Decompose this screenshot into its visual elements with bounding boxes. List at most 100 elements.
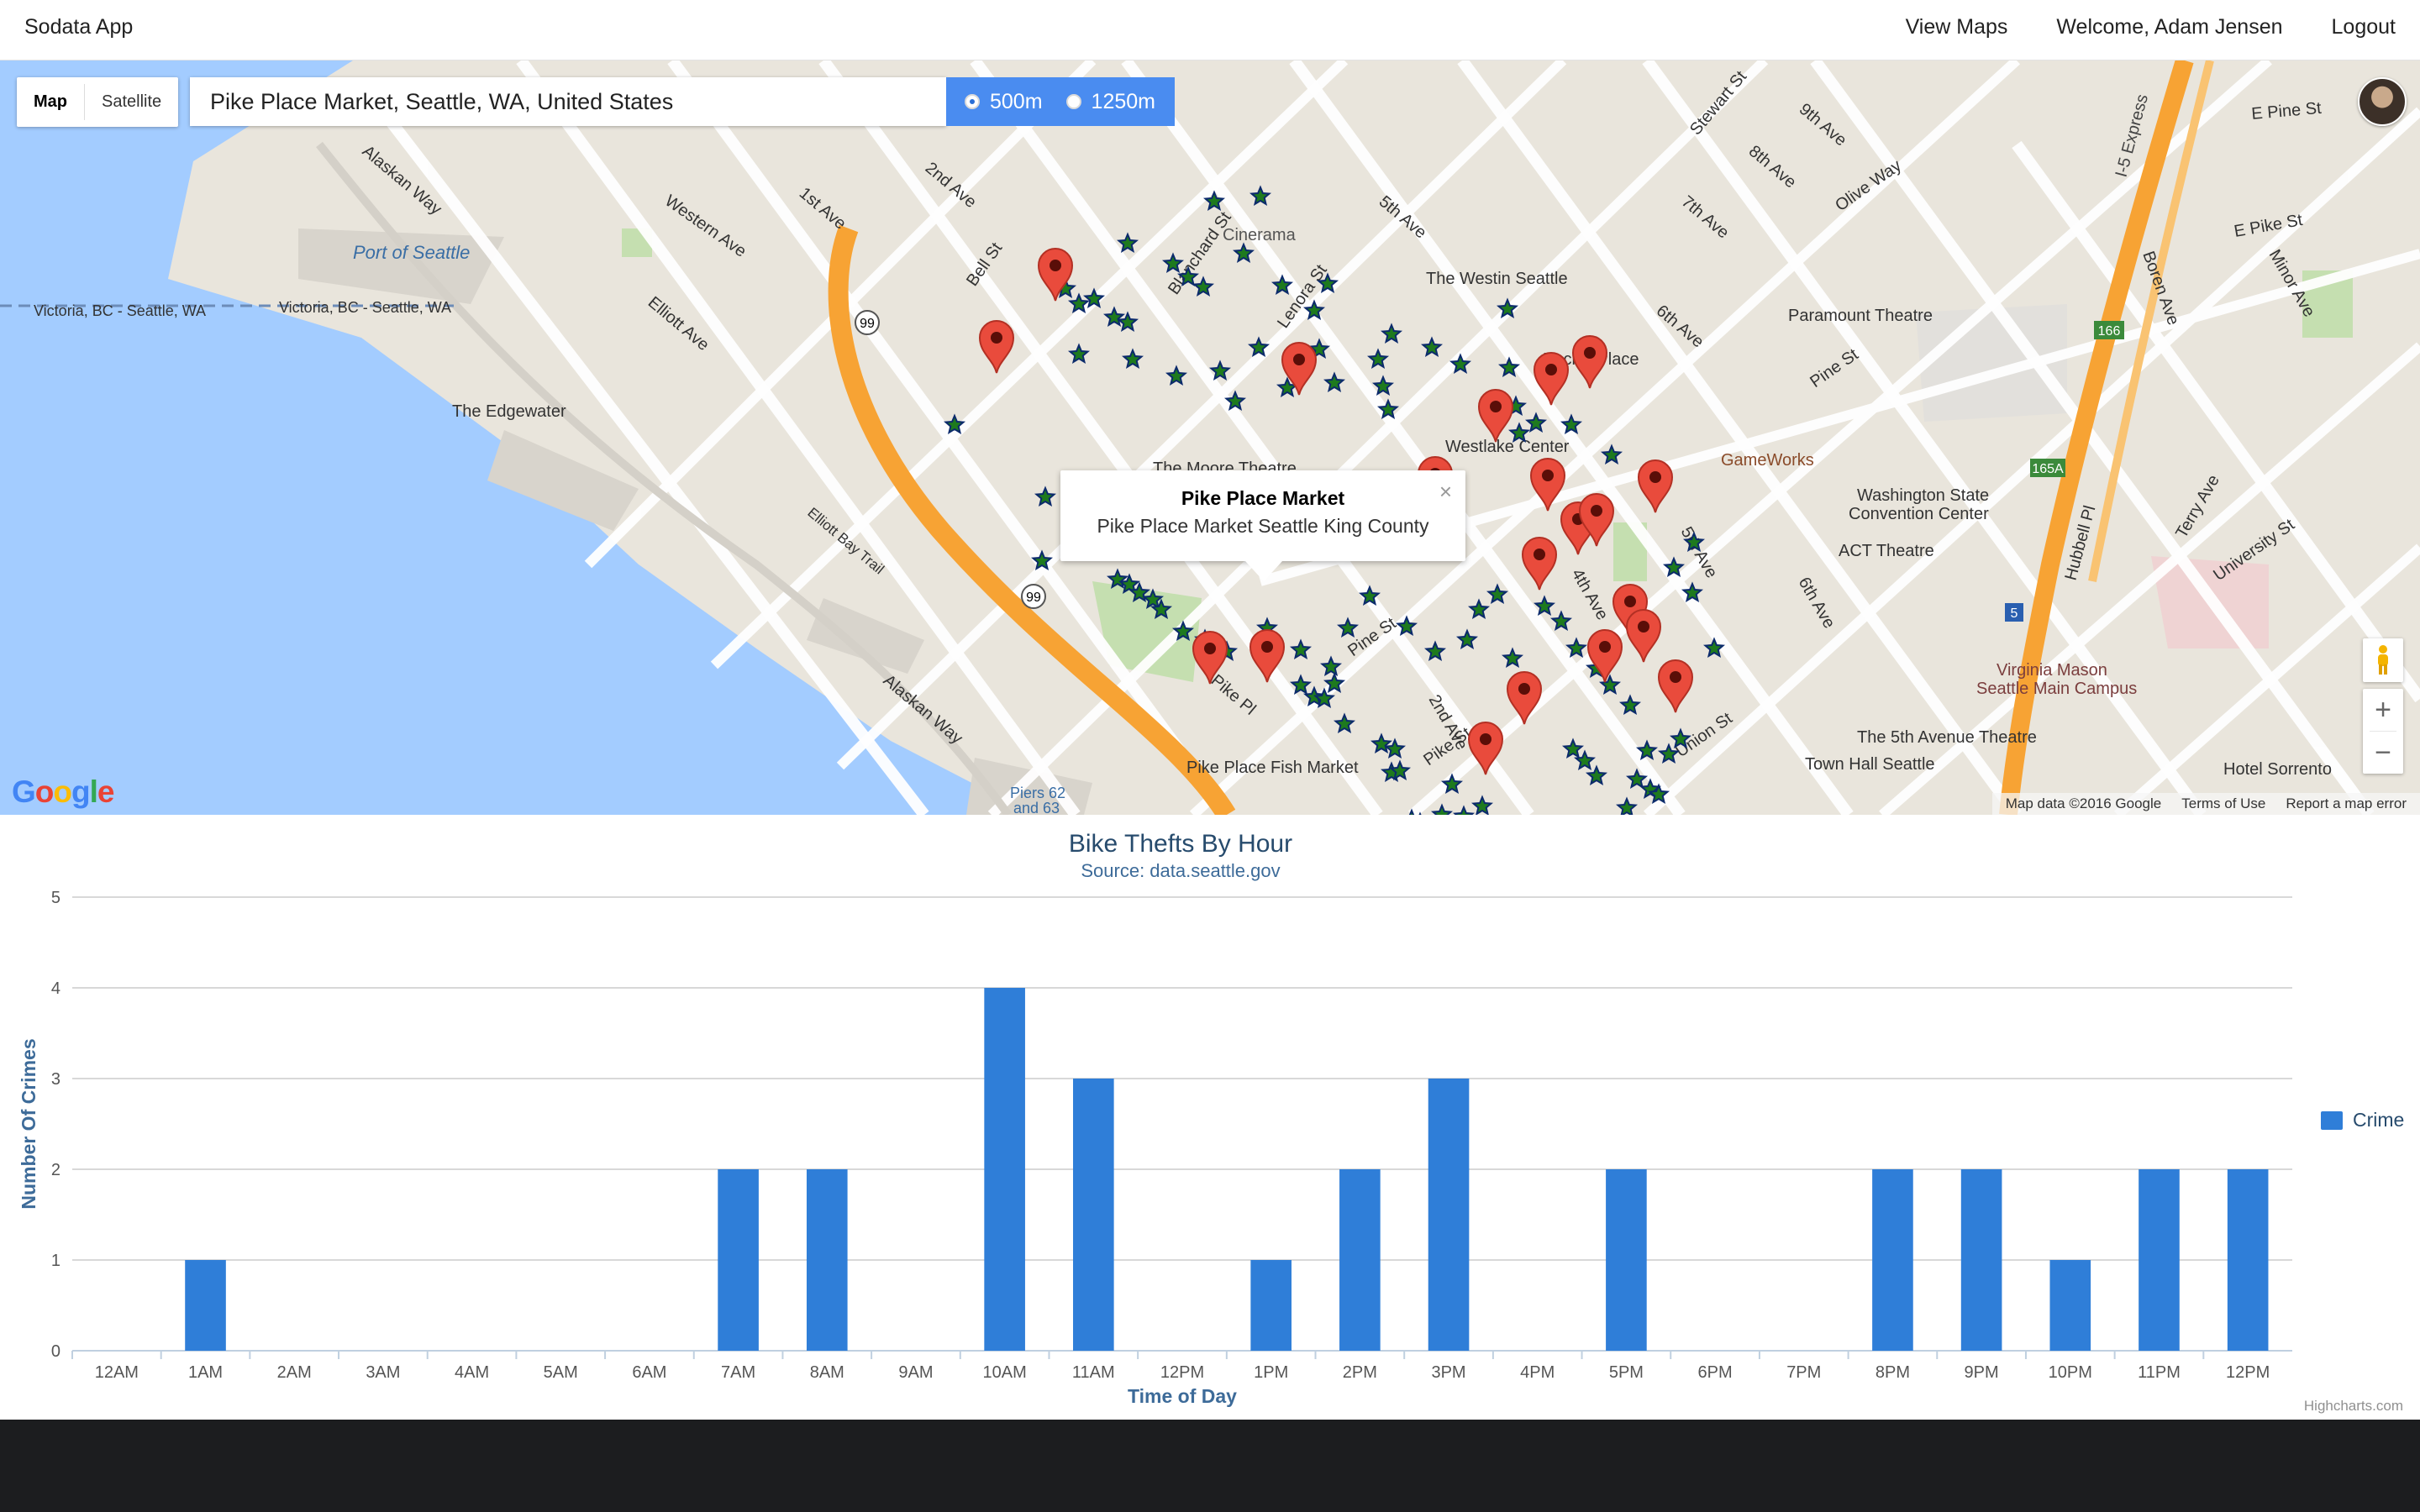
map-pin-marker[interactable] xyxy=(978,320,1015,374)
brand-link[interactable]: Sodata App xyxy=(24,15,133,39)
crime-star-marker[interactable] xyxy=(1420,336,1444,358)
crime-star-marker[interactable] xyxy=(1549,610,1573,631)
map-type-map-button[interactable]: Map xyxy=(17,77,84,127)
crime-star-marker[interactable] xyxy=(1223,390,1247,412)
crime-star-marker[interactable] xyxy=(1202,190,1226,212)
location-search-input[interactable] xyxy=(190,77,946,126)
crime-star-marker[interactable] xyxy=(1669,727,1692,748)
crime-star-marker[interactable] xyxy=(1662,556,1686,577)
crime-star-marker[interactable] xyxy=(1323,672,1346,693)
map-type-satellite-button[interactable]: Satellite xyxy=(85,77,178,127)
crime-star-marker[interactable] xyxy=(1116,232,1139,254)
crime-star-marker[interactable] xyxy=(1232,242,1255,264)
crime-star-marker[interactable] xyxy=(1370,732,1393,753)
crime-star-marker[interactable] xyxy=(1034,486,1057,507)
bar-5PM[interactable] xyxy=(1606,1169,1647,1351)
crime-star-marker[interactable] xyxy=(1121,348,1144,370)
crime-star-marker[interactable] xyxy=(1423,640,1447,661)
crime-star-marker[interactable] xyxy=(1486,583,1509,604)
crime-star-marker[interactable] xyxy=(1449,353,1472,375)
bar-1PM[interactable] xyxy=(1250,1260,1292,1351)
crime-star-marker[interactable] xyxy=(1625,768,1649,789)
crime-star-marker[interactable] xyxy=(1615,796,1639,815)
crime-star-marker[interactable] xyxy=(1524,412,1548,433)
view-maps-link[interactable]: View Maps xyxy=(1906,15,2008,39)
crime-star-marker[interactable] xyxy=(1316,272,1339,294)
map-canvas[interactable]: Cinerama The Westin Seattle Paramount Th… xyxy=(0,60,2420,815)
chart-legend[interactable]: Crime xyxy=(2321,1109,2404,1131)
crime-star-marker[interactable] xyxy=(1600,444,1623,465)
report-map-error-link[interactable]: Report a map error xyxy=(2286,795,2407,812)
crime-star-marker[interactable] xyxy=(1176,265,1200,287)
map-pin-marker[interactable] xyxy=(1521,537,1558,591)
map-pin-marker[interactable] xyxy=(1529,458,1566,512)
map-pin-marker[interactable] xyxy=(1571,335,1608,389)
map-pin-marker[interactable] xyxy=(1506,671,1543,725)
crime-star-marker[interactable] xyxy=(1702,637,1726,658)
crime-star-marker[interactable] xyxy=(1208,360,1232,381)
crime-star-marker[interactable] xyxy=(1249,185,1272,207)
map-pin-marker[interactable] xyxy=(1249,629,1286,683)
crime-star-marker[interactable] xyxy=(1247,336,1270,358)
crime-star-marker[interactable] xyxy=(1289,674,1313,695)
crime-star-marker[interactable] xyxy=(1067,343,1091,365)
crime-star-marker[interactable] xyxy=(1376,398,1400,420)
crime-star-marker[interactable] xyxy=(1560,413,1583,435)
crime-star-marker[interactable] xyxy=(1565,637,1588,658)
zoom-out-button[interactable]: − xyxy=(2363,732,2403,774)
crime-star-marker[interactable] xyxy=(1358,585,1381,606)
bar-10AM[interactable] xyxy=(984,988,1025,1351)
map-pin-marker[interactable] xyxy=(1477,389,1514,443)
crime-star-marker[interactable] xyxy=(1497,356,1521,378)
crime-star-marker[interactable] xyxy=(1289,638,1313,659)
radius-1250m-label[interactable]: 1250m xyxy=(1092,90,1155,114)
crime-star-marker[interactable] xyxy=(1371,375,1395,396)
bar-10PM[interactable] xyxy=(2049,1260,2091,1351)
crime-star-marker[interactable] xyxy=(1161,252,1185,274)
close-icon[interactable]: × xyxy=(1439,479,1452,505)
crime-star-marker[interactable] xyxy=(1496,297,1519,319)
crime-star-marker[interactable] xyxy=(1561,738,1585,759)
google-logo[interactable]: Google xyxy=(12,774,114,810)
crime-star-marker[interactable] xyxy=(1501,647,1524,668)
crime-star-marker[interactable] xyxy=(1635,739,1659,760)
crime-star-marker[interactable] xyxy=(1192,276,1215,297)
bar-8AM[interactable] xyxy=(806,1169,848,1351)
map-pin-marker[interactable] xyxy=(1467,722,1504,775)
crime-star-marker[interactable] xyxy=(1440,773,1464,794)
crime-star-marker[interactable] xyxy=(1681,581,1704,602)
chart-credits[interactable]: Highcharts.com xyxy=(2304,1398,2403,1415)
crime-star-marker[interactable] xyxy=(1333,712,1356,733)
crime-star-marker[interactable] xyxy=(1030,549,1054,570)
crime-star-marker[interactable] xyxy=(1302,299,1326,321)
map-pin-marker[interactable] xyxy=(1533,352,1570,406)
zoom-in-button[interactable]: + xyxy=(2363,689,2403,731)
crime-star-marker[interactable] xyxy=(1319,655,1343,676)
crime-star-marker[interactable] xyxy=(1171,620,1195,641)
bar-11PM[interactable] xyxy=(2139,1169,2180,1351)
radius-500m-label[interactable]: 500m xyxy=(990,90,1043,114)
crime-star-marker[interactable] xyxy=(1455,628,1479,649)
bar-1AM[interactable] xyxy=(185,1260,226,1351)
bar-3PM[interactable] xyxy=(1428,1079,1470,1351)
bar-9PM[interactable] xyxy=(1960,1169,2002,1351)
welcome-user-link[interactable]: Welcome, Adam Jensen xyxy=(2056,15,2282,39)
crime-star-marker[interactable] xyxy=(1533,595,1556,616)
crime-star-marker[interactable] xyxy=(1395,615,1418,636)
bar-12PM[interactable] xyxy=(2227,1169,2269,1351)
map-pin-marker[interactable] xyxy=(1657,659,1694,713)
bar-2PM[interactable] xyxy=(1339,1169,1381,1351)
bar-7AM[interactable] xyxy=(718,1169,759,1351)
crime-star-marker[interactable] xyxy=(1366,348,1390,370)
crime-star-marker[interactable] xyxy=(1618,694,1642,715)
crime-star-marker[interactable] xyxy=(1682,531,1706,552)
logout-link[interactable]: Logout xyxy=(2332,15,2396,39)
crime-star-marker[interactable] xyxy=(1467,598,1491,619)
crime-star-marker[interactable] xyxy=(1452,805,1476,815)
bar-8PM[interactable] xyxy=(1872,1169,1913,1351)
crime-star-marker[interactable] xyxy=(943,413,966,435)
crime-star-marker[interactable] xyxy=(1270,274,1294,296)
crime-star-marker[interactable] xyxy=(1470,795,1494,815)
crime-star-marker[interactable] xyxy=(1507,422,1531,444)
terms-of-use-link[interactable]: Terms of Use xyxy=(2181,795,2265,812)
